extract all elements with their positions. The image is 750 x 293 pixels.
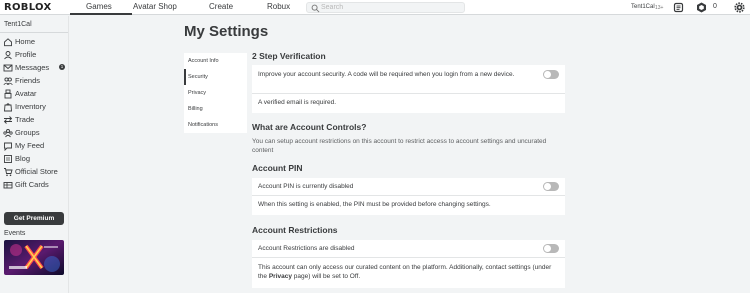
get-premium-button[interactable]: Get Premium <box>4 212 64 225</box>
restrictions-toggle[interactable] <box>543 244 559 253</box>
search-icon <box>311 4 320 13</box>
menu-billing[interactable]: Billing <box>184 101 247 117</box>
robux-icon[interactable] <box>696 2 707 13</box>
sidebar-item-gift-cards[interactable]: Gift Cards <box>0 179 68 191</box>
privacy-link[interactable]: Privacy <box>269 273 292 280</box>
nav-robux[interactable]: Robux <box>267 2 290 11</box>
inventory-icon <box>4 103 12 112</box>
settings-gear-icon[interactable] <box>734 2 745 13</box>
two-step-card: Improve your account security. A code wi… <box>252 65 565 113</box>
sidebar-item-blog[interactable]: Blog <box>0 153 68 165</box>
sidebar-item-label: Gift Cards <box>15 180 49 189</box>
sidebar-item-label: Official Store <box>15 167 58 176</box>
top-bar: ROBLOX Games Avatar Shop Create Robux Se… <box>0 0 750 15</box>
sidebar-item-label: Messages <box>15 63 50 72</box>
events-label: Events <box>4 230 26 237</box>
pin-card: Account PIN is currently disabled When t… <box>252 178 565 215</box>
menu-label: Privacy <box>188 90 207 96</box>
sidebar-divider <box>0 32 68 33</box>
messages-icon <box>3 64 13 72</box>
controls-heading: What are Account Controls? <box>252 122 367 132</box>
search-placeholder: Search <box>321 4 344 11</box>
sidebar-item-label: Home <box>15 37 36 46</box>
restrictions-card: Account Restrictions are disabled This a… <box>252 240 565 288</box>
toggle-knob <box>544 71 551 78</box>
sidebar: Tent1Cal Home Profile Messages 1 Friends… <box>0 16 69 293</box>
blog-icon <box>4 155 12 163</box>
menu-account-info[interactable]: Account Info <box>184 53 247 69</box>
sidebar-item-my-feed[interactable]: My Feed <box>0 140 68 152</box>
store-icon <box>4 168 13 177</box>
top-username[interactable]: Tent1Cal <box>631 4 655 10</box>
card-divider <box>252 257 565 258</box>
sidebar-item-label: Friends <box>15 76 41 85</box>
roblox-logo[interactable]: ROBLOX <box>4 2 52 13</box>
page-title: My Settings <box>184 23 269 40</box>
pin-toggle[interactable] <box>543 182 559 191</box>
settings-menu: Account Info Security Privacy Billing No… <box>184 53 247 133</box>
friends-icon <box>3 77 13 86</box>
sidebar-item-trade[interactable]: Trade <box>0 114 68 126</box>
toggle-knob <box>544 245 551 252</box>
controls-description: You can setup account restrictions on th… <box>252 138 547 154</box>
notifications-icon[interactable] <box>673 2 684 13</box>
messages-badge: 1 <box>59 64 65 70</box>
sidebar-item-label: Trade <box>15 115 35 124</box>
nav-games[interactable]: Games <box>86 2 112 11</box>
sidebar-item-home[interactable]: Home <box>0 36 68 48</box>
sidebar-item-official-store[interactable]: Official Store <box>0 166 68 178</box>
sidebar-item-label: Profile <box>15 50 37 59</box>
sidebar-item-profile[interactable]: Profile <box>0 49 68 61</box>
toggle-knob <box>544 183 551 190</box>
robux-count: 0 <box>713 3 717 10</box>
menu-label: Billing <box>188 106 203 112</box>
sidebar-item-friends[interactable]: Friends <box>0 75 68 87</box>
two-step-heading: 2 Step Verification <box>252 51 326 61</box>
menu-label: Notifications <box>188 122 218 128</box>
card-divider <box>252 195 565 196</box>
restrictions-note: This account can only access our curated… <box>258 263 558 281</box>
menu-security[interactable]: Security <box>184 69 247 85</box>
pin-note: When this setting is enabled, the PIN mu… <box>258 201 491 208</box>
sidebar-item-groups[interactable]: Groups <box>0 127 68 139</box>
two-step-toggle[interactable] <box>543 70 559 79</box>
two-step-note: A verified email is required. <box>258 99 337 106</box>
sidebar-item-messages[interactable]: Messages 1 <box>0 62 68 74</box>
menu-label: Account Info <box>188 58 219 64</box>
restrictions-heading: Account Restrictions <box>252 225 338 235</box>
pin-status: Account PIN is currently disabled <box>258 183 354 190</box>
pin-heading: Account PIN <box>252 163 303 173</box>
nav-avatar-shop[interactable]: Avatar Shop <box>133 2 177 11</box>
groups-icon <box>3 129 13 138</box>
event-banner-image[interactable] <box>4 240 64 275</box>
sidebar-item-label: Inventory <box>15 102 46 111</box>
two-step-description: Improve your account security. A code wi… <box>258 71 515 78</box>
sidebar-username[interactable]: Tent1Cal <box>4 21 32 28</box>
menu-privacy[interactable]: Privacy <box>184 85 247 101</box>
avatar-icon <box>4 89 12 99</box>
restrictions-note-end: page) will be set to Off. <box>291 273 361 280</box>
search-input[interactable]: Search <box>306 2 465 13</box>
gift-card-icon <box>3 182 13 189</box>
card-divider <box>252 93 565 94</box>
profile-icon <box>4 51 12 60</box>
sidebar-item-label: My Feed <box>15 141 45 150</box>
menu-notifications[interactable]: Notifications <box>184 117 247 133</box>
nav-create[interactable]: Create <box>209 2 233 11</box>
sidebar-item-label: Avatar <box>15 89 37 98</box>
sidebar-item-label: Groups <box>15 128 40 137</box>
home-icon <box>4 38 12 47</box>
feed-icon <box>4 142 12 151</box>
sidebar-item-label: Blog <box>15 154 31 163</box>
restrictions-status: Account Restrictions are disabled <box>258 245 355 252</box>
menu-label: Security <box>188 74 208 80</box>
sidebar-item-inventory[interactable]: Inventory <box>0 101 68 113</box>
sidebar-item-avatar[interactable]: Avatar <box>0 88 68 100</box>
age-label: 13+ <box>655 5 664 11</box>
trade-icon <box>3 116 13 124</box>
